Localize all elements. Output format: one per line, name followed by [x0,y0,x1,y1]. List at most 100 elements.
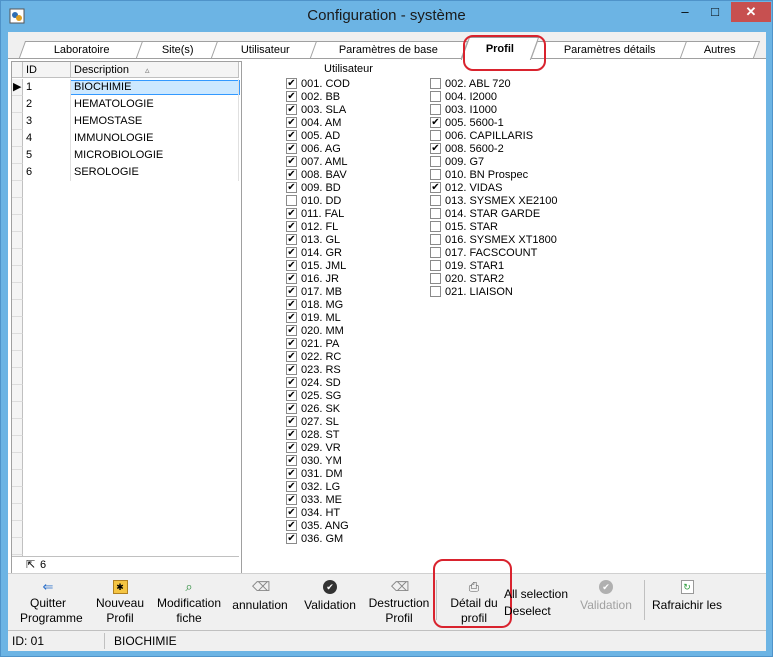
user-checkbox[interactable]: 017. MB [286,285,342,299]
checkbox-checked-icon[interactable] [286,259,297,271]
tab-sites[interactable]: Site(s) [135,41,221,58]
row-indicator[interactable] [12,181,23,198]
checkbox-unchecked-icon[interactable] [430,155,441,167]
checkbox-checked-icon[interactable] [286,350,297,362]
checkbox-checked-icon[interactable] [286,129,297,141]
checkbox-unchecked-icon[interactable] [286,194,297,206]
user-checkbox[interactable]: 033. ME [286,493,342,507]
user-checkbox[interactable]: 028. ST [286,428,340,442]
user-checkbox[interactable]: 005. AD [286,129,340,143]
user-checkbox[interactable]: 020. MM [286,324,344,338]
checkbox-checked-icon[interactable] [286,506,297,518]
user-checkbox[interactable]: 023. RS [286,363,341,377]
column-header-description[interactable]: Description ▵ [71,62,239,78]
instrument-checkbox[interactable]: 008. 5600-2 [430,142,504,156]
maximize-button[interactable]: □ [701,2,729,22]
user-checkbox[interactable]: 022. RC [286,350,341,364]
checkbox-checked-icon[interactable] [286,376,297,388]
instrument-checkbox[interactable]: 003. I1000 [430,103,497,117]
row-indicator[interactable] [12,385,23,402]
checkbox-unchecked-icon[interactable] [430,168,441,180]
user-checkbox[interactable]: 009. BD [286,181,341,195]
checkbox-checked-icon[interactable] [430,142,441,154]
deselect-button[interactable]: Deselect [504,603,574,620]
user-checkbox[interactable]: 004. AM [286,116,341,130]
title-bar[interactable]: Configuration - système – □ ✕ [1,1,772,31]
grid-cell-description[interactable]: SEROLOGIE [71,164,239,181]
tab-utilisateur[interactable]: Utilisateur [210,41,320,58]
user-checkbox[interactable]: 001. COD [286,77,350,91]
tab-parametres-base[interactable]: Paramètres de base [309,41,469,58]
checkbox-checked-icon[interactable] [286,272,297,284]
instrument-checkbox[interactable]: 021. LIAISON [430,285,513,299]
checkbox-unchecked-icon[interactable] [430,220,441,232]
row-indicator[interactable] [12,300,23,317]
user-checkbox[interactable]: 030. YM [286,454,342,468]
user-checkbox[interactable]: 008. BAV [286,168,347,182]
instrument-checkbox[interactable]: 004. I2000 [430,90,497,104]
user-checkbox[interactable]: 014. GR [286,246,342,260]
checkbox-checked-icon[interactable] [286,77,297,89]
instrument-checkbox[interactable]: 015. STAR [430,220,498,234]
instrument-checkbox[interactable]: 010. BN Prospec [430,168,528,182]
checkbox-checked-icon[interactable] [286,428,297,440]
user-checkbox[interactable]: 011. FAL [286,207,344,221]
grid-cell-description[interactable]: MICROBIOLOGIE [71,147,239,164]
checkbox-checked-icon[interactable] [286,415,297,427]
user-checkbox[interactable]: 013. GL [286,233,340,247]
user-checkbox[interactable]: 035. ANG [286,519,349,533]
checkbox-checked-icon[interactable] [286,363,297,375]
validation-disabled-button[interactable]: ✔ Validation [574,574,638,630]
checkbox-checked-icon[interactable] [286,142,297,154]
row-indicator[interactable] [12,249,23,266]
row-indicator[interactable] [12,538,23,555]
checkbox-checked-icon[interactable] [286,103,297,115]
user-checkbox[interactable]: 007. AML [286,155,347,169]
row-indicator[interactable] [12,215,23,232]
row-indicator[interactable]: ▶ [12,79,23,96]
checkbox-checked-icon[interactable] [430,181,441,193]
row-indicator[interactable] [12,351,23,368]
row-indicator[interactable] [12,283,23,300]
checkbox-checked-icon[interactable] [286,246,297,258]
checkbox-unchecked-icon[interactable] [430,129,441,141]
grid-cell-id[interactable]: 6 [23,164,71,181]
checkbox-unchecked-icon[interactable] [430,285,441,297]
checkbox-checked-icon[interactable] [430,116,441,128]
user-checkbox[interactable]: 019. ML [286,311,341,325]
instrument-checkbox[interactable]: 016. SYSMEX XT1800 [430,233,557,247]
row-indicator[interactable] [12,266,23,283]
checkbox-checked-icon[interactable] [286,168,297,180]
user-checkbox[interactable]: 006. AG [286,142,341,156]
checkbox-checked-icon[interactable] [286,493,297,505]
rafraichir-button[interactable]: ↻ Rafraichir les [648,574,726,630]
checkbox-checked-icon[interactable] [286,519,297,531]
minimize-button[interactable]: – [671,2,699,22]
row-indicator[interactable] [12,198,23,215]
user-checkbox[interactable]: 015. JML [286,259,346,273]
checkbox-unchecked-icon[interactable] [430,103,441,115]
user-checkbox[interactable]: 024. SD [286,376,341,390]
user-checkbox[interactable]: 003. SLA [286,103,346,117]
checkbox-checked-icon[interactable] [286,441,297,453]
user-checkbox[interactable]: 032. LG [286,480,340,494]
instrument-checkbox[interactable]: 006. CAPILLARIS [430,129,533,143]
user-checkbox[interactable]: 018. MG [286,298,343,312]
checkbox-unchecked-icon[interactable] [430,90,441,102]
checkbox-checked-icon[interactable] [286,389,297,401]
row-indicator[interactable] [12,130,23,147]
checkbox-checked-icon[interactable] [286,155,297,167]
row-indicator[interactable] [12,334,23,351]
profile-grid[interactable]: ID Description ▵ ▶ 1 BIOCHIMIE 2 HEMATOLOGIE… [11,61,242,575]
row-indicator[interactable] [12,317,23,334]
instrument-checkbox[interactable]: 002. ABL 720 [430,77,511,91]
user-checkbox[interactable]: 016. JR [286,272,339,286]
column-header-id[interactable]: ID [23,62,71,78]
checkbox-checked-icon[interactable] [286,337,297,349]
checkbox-unchecked-icon[interactable] [430,259,441,271]
tab-autres[interactable]: Autres [679,41,761,58]
row-indicator[interactable] [12,402,23,419]
grid-cell-id[interactable]: 1 [23,79,71,96]
close-button[interactable]: ✕ [731,2,771,22]
checkbox-checked-icon[interactable] [286,311,297,323]
